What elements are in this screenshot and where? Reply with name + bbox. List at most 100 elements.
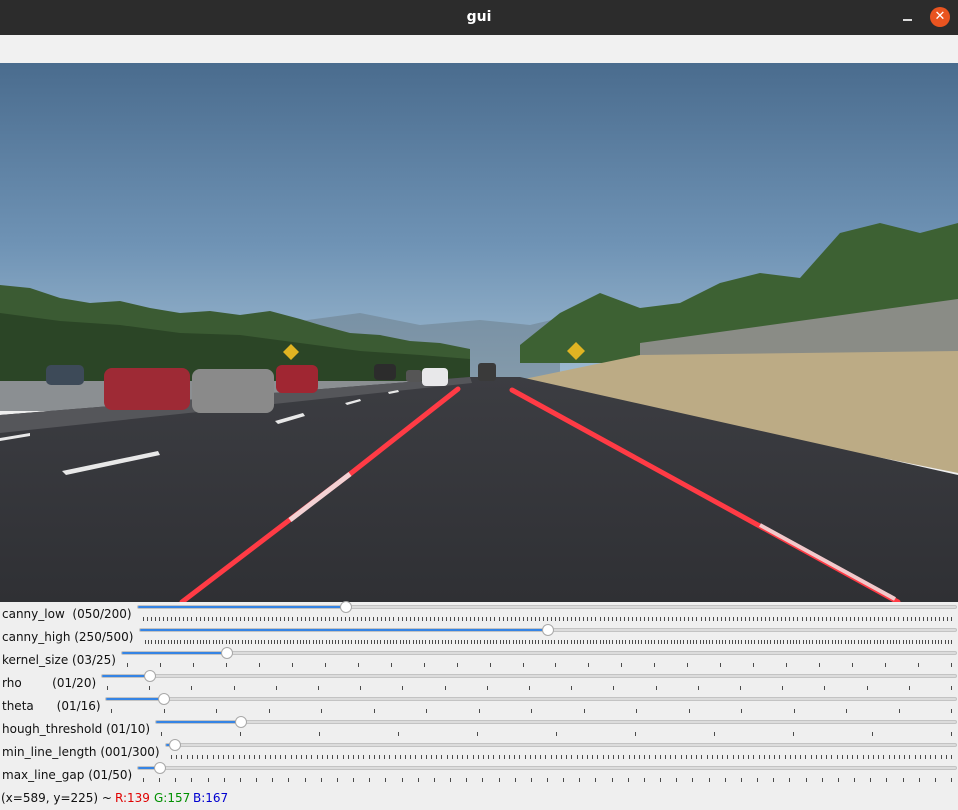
trackbar-tick bbox=[600, 640, 601, 644]
trackbar-groove[interactable] bbox=[139, 624, 957, 636]
trackbar-tick bbox=[111, 709, 112, 713]
trackbar-tick bbox=[741, 640, 742, 644]
trackbar-tick bbox=[259, 755, 260, 759]
window-titlebar[interactable]: gui ✕ bbox=[0, 0, 958, 35]
trackbar-tick bbox=[500, 640, 501, 644]
trackbar-tick bbox=[180, 640, 181, 644]
trackbar-tick bbox=[805, 755, 806, 759]
trackbar-tick bbox=[238, 640, 239, 644]
trackbar-tick bbox=[894, 617, 895, 621]
trackbar-tick bbox=[400, 755, 401, 759]
trackbar-tick bbox=[690, 640, 691, 644]
trackbar-handle[interactable] bbox=[168, 739, 181, 751]
trackbar-tick bbox=[406, 617, 407, 621]
trackbar-tick bbox=[337, 617, 338, 621]
trackbar-tick bbox=[462, 755, 463, 759]
trackbar-tick bbox=[259, 663, 260, 667]
trackbar-tick bbox=[107, 686, 108, 690]
trackbar-tick bbox=[251, 640, 252, 644]
trackbar-handle[interactable] bbox=[144, 670, 157, 682]
trackbar-tick bbox=[143, 778, 144, 782]
trackbar-groove[interactable] bbox=[155, 716, 957, 728]
trackbar-tick bbox=[793, 617, 794, 621]
trackbar-tick bbox=[873, 755, 874, 759]
trackbar-tick bbox=[551, 640, 552, 644]
trackbar-tick bbox=[811, 755, 812, 759]
trackbar-tick bbox=[785, 755, 786, 759]
trackbar-tick bbox=[535, 640, 536, 644]
trackbar-tick bbox=[317, 755, 318, 759]
trackbar-tick bbox=[790, 640, 791, 644]
trackbar-tick bbox=[380, 640, 381, 644]
trackbar-tick bbox=[660, 617, 661, 621]
trackbar-tick bbox=[592, 755, 593, 759]
trackbar-tick bbox=[474, 617, 475, 621]
minimize-icon[interactable] bbox=[899, 7, 917, 27]
trackbar-tick bbox=[385, 617, 386, 621]
trackbar-tick bbox=[477, 732, 478, 736]
trackbar-tick bbox=[919, 640, 920, 644]
trackbar-groove[interactable] bbox=[101, 670, 957, 682]
trackbar-tick bbox=[722, 640, 723, 644]
trackbar-tick bbox=[398, 732, 399, 736]
status-red: R:139 bbox=[115, 791, 150, 805]
trackbar-tick bbox=[930, 755, 931, 759]
trackbar-tick bbox=[503, 640, 504, 644]
trackbar-tick bbox=[342, 640, 343, 644]
trackbar-tick bbox=[321, 617, 322, 621]
trackbar-tick bbox=[861, 640, 862, 644]
trackbar-tick bbox=[551, 755, 552, 759]
trackbar-tick bbox=[880, 640, 881, 644]
trackbar-tick bbox=[864, 640, 865, 644]
trackbar-handle[interactable] bbox=[158, 693, 171, 705]
trackbar-tick bbox=[571, 617, 572, 621]
trackbar-tick bbox=[709, 778, 710, 782]
trackbar-tick bbox=[878, 755, 879, 759]
trackbar-tick bbox=[484, 640, 485, 644]
trackbar-tick bbox=[660, 755, 661, 759]
trackbar-tick bbox=[216, 709, 217, 713]
trackbar-tick bbox=[675, 755, 676, 759]
trackbar-handle[interactable] bbox=[154, 762, 167, 774]
trackbar-tick bbox=[441, 755, 442, 759]
trackbar-tick bbox=[555, 617, 556, 621]
trackbar-handle[interactable] bbox=[542, 624, 554, 636]
trackbar-tick bbox=[535, 755, 536, 759]
trackbar-tick bbox=[603, 755, 604, 759]
trackbar-tick bbox=[858, 640, 859, 644]
image-view[interactable] bbox=[0, 63, 958, 602]
trackbar-groove[interactable] bbox=[137, 601, 957, 613]
trackbar-handle[interactable] bbox=[339, 601, 352, 613]
trackbar-groove[interactable] bbox=[121, 647, 957, 659]
trackbar-fill bbox=[140, 629, 548, 631]
trackbar-tick bbox=[327, 755, 328, 759]
trackbar-tick bbox=[729, 640, 730, 644]
trackbar-tick bbox=[654, 640, 655, 644]
trackbar-tick bbox=[264, 617, 265, 621]
trackbar-groove[interactable] bbox=[105, 693, 957, 705]
close-icon[interactable]: ✕ bbox=[930, 7, 950, 27]
trackbar-tick bbox=[547, 778, 548, 782]
trackbar-tick bbox=[837, 755, 838, 759]
trackbar-tick bbox=[903, 778, 904, 782]
trackbar-tick bbox=[446, 617, 447, 621]
trackbar-handle[interactable] bbox=[234, 716, 247, 728]
trackbar-tick bbox=[387, 640, 388, 644]
trackbar-tick bbox=[608, 617, 609, 621]
trackbar-tick bbox=[654, 663, 655, 667]
toolbar bbox=[0, 35, 958, 63]
trackbar-tick bbox=[400, 640, 401, 644]
trackbar-handle[interactable] bbox=[220, 647, 233, 659]
trackbar-tick bbox=[353, 778, 354, 782]
trackbar-tick bbox=[486, 617, 487, 621]
trackbar-tick bbox=[693, 640, 694, 644]
trackbar-tick bbox=[579, 778, 580, 782]
trackbar-tick bbox=[551, 617, 552, 621]
trackbar-tick bbox=[300, 640, 301, 644]
trackbar-tick bbox=[303, 640, 304, 644]
trackbar-tick bbox=[874, 617, 875, 621]
trackbar-tick bbox=[196, 617, 197, 621]
trackbar-groove[interactable] bbox=[137, 762, 957, 774]
trackbar-tick bbox=[683, 640, 684, 644]
trackbar-groove[interactable] bbox=[165, 739, 957, 751]
